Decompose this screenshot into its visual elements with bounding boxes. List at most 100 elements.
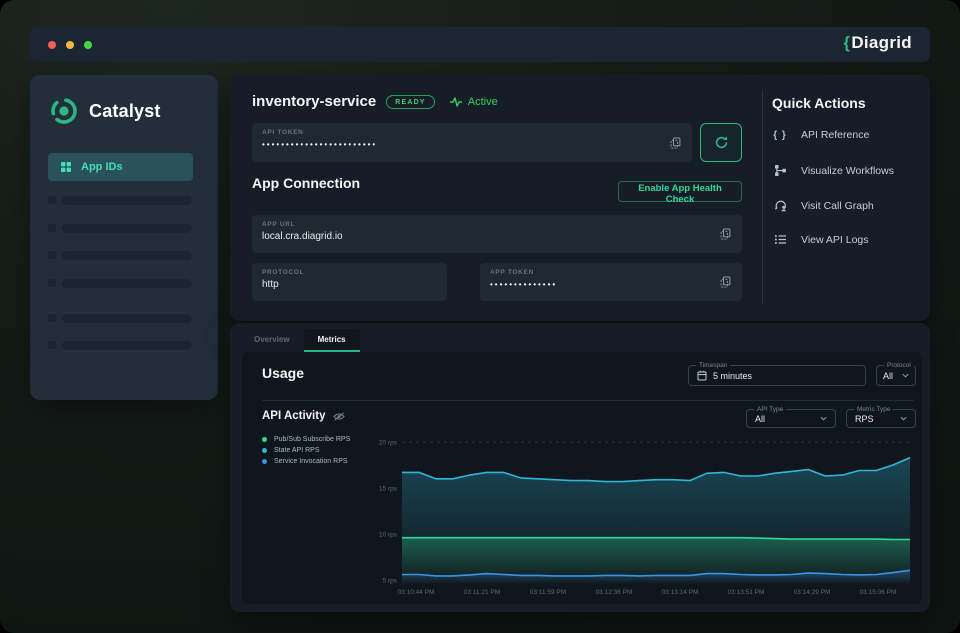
catalyst-logo-text: Catalyst	[89, 101, 161, 122]
skeleton-row	[30, 341, 218, 350]
catalyst-logo: Catalyst	[48, 95, 161, 127]
legend-item: Service Invocation RPS	[262, 458, 350, 465]
skeleton-row	[30, 314, 218, 323]
svg-text:03:12:36 PM: 03:12:36 PM	[596, 589, 633, 596]
svg-text:03:13:14 PM: 03:13:14 PM	[662, 589, 699, 596]
active-status-label: Active	[468, 96, 498, 108]
svg-text:20 rps: 20 rps	[379, 440, 398, 447]
sidebar: Catalyst App IDs	[30, 75, 218, 400]
enable-health-check-button[interactable]: Enable App Health Check	[618, 181, 742, 202]
call-graph-icon	[772, 199, 788, 212]
legend-dot-state-api	[262, 448, 267, 453]
timespan-input[interactable]: Timespan 5 minutes	[688, 365, 866, 386]
skeleton-row	[30, 196, 218, 205]
svg-text:03:14:29 PM: 03:14:29 PM	[794, 589, 831, 596]
app-url-label: APP URL	[262, 221, 732, 228]
app-token-value: ••••••••••••••	[490, 280, 732, 289]
eye-off-icon[interactable]	[333, 412, 345, 421]
pulse-icon	[449, 96, 463, 108]
timespan-value: 5 minutes	[713, 371, 752, 381]
svg-text:03:15:06 PM: 03:15:06 PM	[860, 589, 897, 596]
api-token-value: ••••••••••••••••••••••••	[262, 140, 682, 149]
copy-icon	[720, 228, 731, 240]
tab-overview[interactable]: Overview	[240, 329, 304, 352]
grid-icon	[60, 161, 72, 173]
api-type-value: All	[755, 414, 765, 424]
regenerate-token-button[interactable]	[700, 123, 742, 162]
skeleton-row	[30, 224, 218, 233]
protocol-filter-select[interactable]: Protocol All	[876, 365, 916, 386]
api-activity-heading: API Activity	[262, 410, 325, 422]
legend-item: Pub/Sub Subscribe RPS	[262, 436, 350, 443]
quick-action-visit-call-graph[interactable]: Visit Call Graph	[772, 199, 922, 212]
metric-type-value: RPS	[855, 414, 874, 424]
window-bar: {Diagrid	[30, 27, 930, 62]
skeleton-row	[30, 251, 218, 260]
chart-legend: Pub/Sub Subscribe RPS State API RPS Serv…	[262, 436, 350, 469]
list-icon	[772, 233, 788, 246]
svg-text:15 rps: 15 rps	[379, 486, 398, 493]
protocol-field: PROTOCOL http	[252, 263, 447, 301]
chevron-down-icon	[820, 416, 827, 421]
api-activity-chart: 20 rps 15 rps 10 rps 5 rps03:10:44 PM 03:11:…	[372, 434, 916, 600]
copy-api-token-button[interactable]	[668, 135, 683, 151]
api-token-field: API TOKEN ••••••••••••••••••••••••	[252, 123, 692, 162]
app-token-label: APP TOKEN	[490, 269, 732, 276]
svg-text:03:11:59 PM: 03:11:59 PM	[530, 589, 566, 596]
refresh-icon	[714, 135, 729, 150]
quick-action-api-reference[interactable]: { } API Reference	[772, 129, 922, 141]
protocol-value: http	[262, 279, 437, 290]
app-url-field: APP URL local.cra.diagrid.io	[252, 215, 742, 253]
sidebar-skeleton-list	[30, 196, 218, 369]
quick-actions-heading: Quick Actions	[772, 95, 866, 111]
legend-dot-service-invocation	[262, 459, 267, 464]
copy-icon	[670, 137, 681, 149]
copy-app-token-button[interactable]	[718, 274, 733, 290]
section-divider	[262, 400, 914, 401]
usage-heading: Usage	[262, 365, 304, 381]
app-token-field: APP TOKEN ••••••••••••••	[480, 263, 742, 301]
diagrid-logo-mark: {	[843, 33, 850, 52]
metric-type-select[interactable]: Metric Type RPS	[846, 409, 916, 428]
calendar-icon	[697, 370, 707, 381]
usage-section: Usage Timespan 5 minutes Protocol All	[242, 352, 922, 604]
metrics-panel: Overview Metrics Usage Timespan 5 minute…	[230, 323, 930, 612]
diagrid-logo-text: Diagrid	[851, 33, 912, 52]
metric-type-label: Metric Type	[854, 406, 893, 413]
chevron-down-icon	[900, 416, 907, 421]
app-connection-heading: App Connection	[252, 175, 360, 191]
sidebar-item-app-ids[interactable]: App IDs	[48, 153, 193, 181]
chevron-down-icon	[902, 373, 909, 378]
tab-bar: Overview Metrics	[240, 329, 360, 352]
close-window-button[interactable]	[48, 41, 56, 49]
sidebar-item-label: App IDs	[81, 161, 123, 173]
svg-text:03:10:44 PM: 03:10:44 PM	[398, 589, 435, 596]
legend-item: State API RPS	[262, 447, 350, 454]
legend-dot-pubsub	[262, 437, 267, 442]
copy-icon	[720, 276, 731, 288]
protocol-filter-label: Protocol	[884, 362, 914, 369]
svg-text:03:13:51 PM: 03:13:51 PM	[728, 589, 765, 596]
tab-metrics[interactable]: Metrics	[304, 329, 360, 352]
timespan-label: Timespan	[696, 362, 730, 369]
quick-actions-divider	[762, 90, 763, 305]
svg-text:10 rps: 10 rps	[379, 532, 398, 539]
minimize-window-button[interactable]	[66, 41, 74, 49]
api-token-label: API TOKEN	[262, 129, 682, 136]
workflow-icon	[772, 164, 788, 177]
api-type-select[interactable]: API Type All	[746, 409, 836, 428]
quick-action-view-api-logs[interactable]: View API Logs	[772, 233, 922, 246]
protocol-filter-value: All	[883, 371, 893, 381]
app-screenshot: {Diagrid Catalyst App IDs	[0, 0, 960, 633]
quick-action-visualize-workflows[interactable]: Visualize Workflows	[772, 164, 922, 177]
braces-icon: { }	[772, 130, 788, 141]
copy-app-url-button[interactable]	[718, 226, 733, 242]
maximize-window-button[interactable]	[84, 41, 92, 49]
protocol-label: PROTOCOL	[262, 269, 437, 276]
catalyst-logo-icon	[48, 95, 80, 127]
page-title: inventory-service	[252, 93, 376, 110]
svg-text:03:11:21 PM: 03:11:21 PM	[464, 589, 500, 596]
api-type-label: API Type	[754, 406, 786, 413]
diagrid-logo: {Diagrid	[843, 33, 912, 53]
svg-text:5 rps: 5 rps	[383, 578, 398, 585]
